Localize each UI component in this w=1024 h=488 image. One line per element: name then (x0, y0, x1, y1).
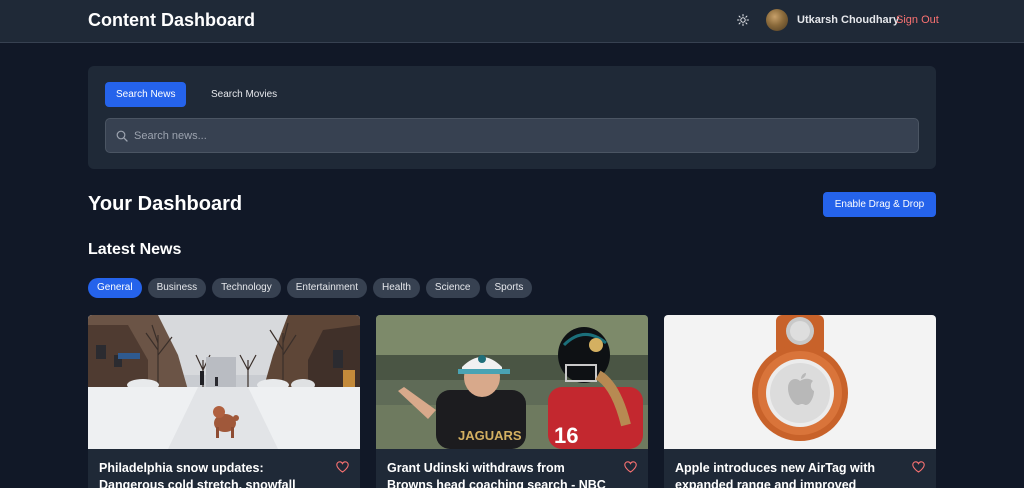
news-card[interactable]: Apple introduces new AirTag with expande… (664, 315, 936, 488)
sun-icon[interactable] (735, 12, 751, 28)
news-card-title[interactable]: Apple introduces new AirTag with expande… (675, 460, 899, 488)
enable-drag-drop-button[interactable]: Enable Drag & Drop (823, 192, 936, 217)
tab-search-movies[interactable]: Search Movies (200, 82, 288, 107)
tab-search-news[interactable]: Search News (105, 82, 187, 107)
category-chip-science[interactable]: Science (425, 278, 480, 298)
heart-icon[interactable] (912, 460, 925, 478)
user-name: Utkarsh Choudhary (797, 14, 900, 26)
app-title: Content Dashboard (88, 10, 256, 30)
news-card[interactable]: Philadelphia snow updates: Dangerous col… (88, 315, 360, 488)
avatar[interactable] (766, 9, 788, 31)
news-card-title[interactable]: Grant Udinski withdraws from Browns head… (387, 460, 611, 488)
svg-text:JAGUARS: JAGUARS (458, 428, 522, 443)
category-chip-sports[interactable]: Sports (485, 278, 533, 298)
search-input[interactable] (134, 119, 904, 152)
news-card-image[interactable] (664, 315, 936, 449)
news-card[interactable]: JAGUARS 16 Grant Udinski withdraws from … (376, 315, 648, 488)
category-filters: General Business Technology Entertainmen… (88, 278, 533, 298)
news-card-title[interactable]: Philadelphia snow updates: Dangerous col… (99, 460, 323, 488)
latest-news-title: Latest News (88, 241, 182, 258)
category-chip-business[interactable]: Business (147, 278, 207, 298)
sign-out-link[interactable]: Sign Out (896, 14, 939, 26)
search-panel: Search News Search Movies (88, 66, 936, 169)
category-chip-general[interactable]: General (88, 278, 142, 298)
dashboard-title: Your Dashboard (88, 193, 243, 215)
search-box (105, 118, 919, 153)
category-chip-technology[interactable]: Technology (212, 278, 281, 298)
svg-text:16: 16 (554, 423, 578, 448)
category-chip-entertainment[interactable]: Entertainment (286, 278, 368, 298)
news-card-image[interactable] (88, 315, 360, 449)
category-chip-health[interactable]: Health (373, 278, 420, 298)
heart-icon[interactable] (624, 460, 637, 478)
heart-icon[interactable] (336, 460, 349, 478)
top-navbar: Content Dashboard Utkarsh Choudhary Sign… (0, 0, 1024, 43)
news-card-image[interactable]: JAGUARS 16 (376, 315, 648, 449)
search-icon (116, 129, 128, 147)
